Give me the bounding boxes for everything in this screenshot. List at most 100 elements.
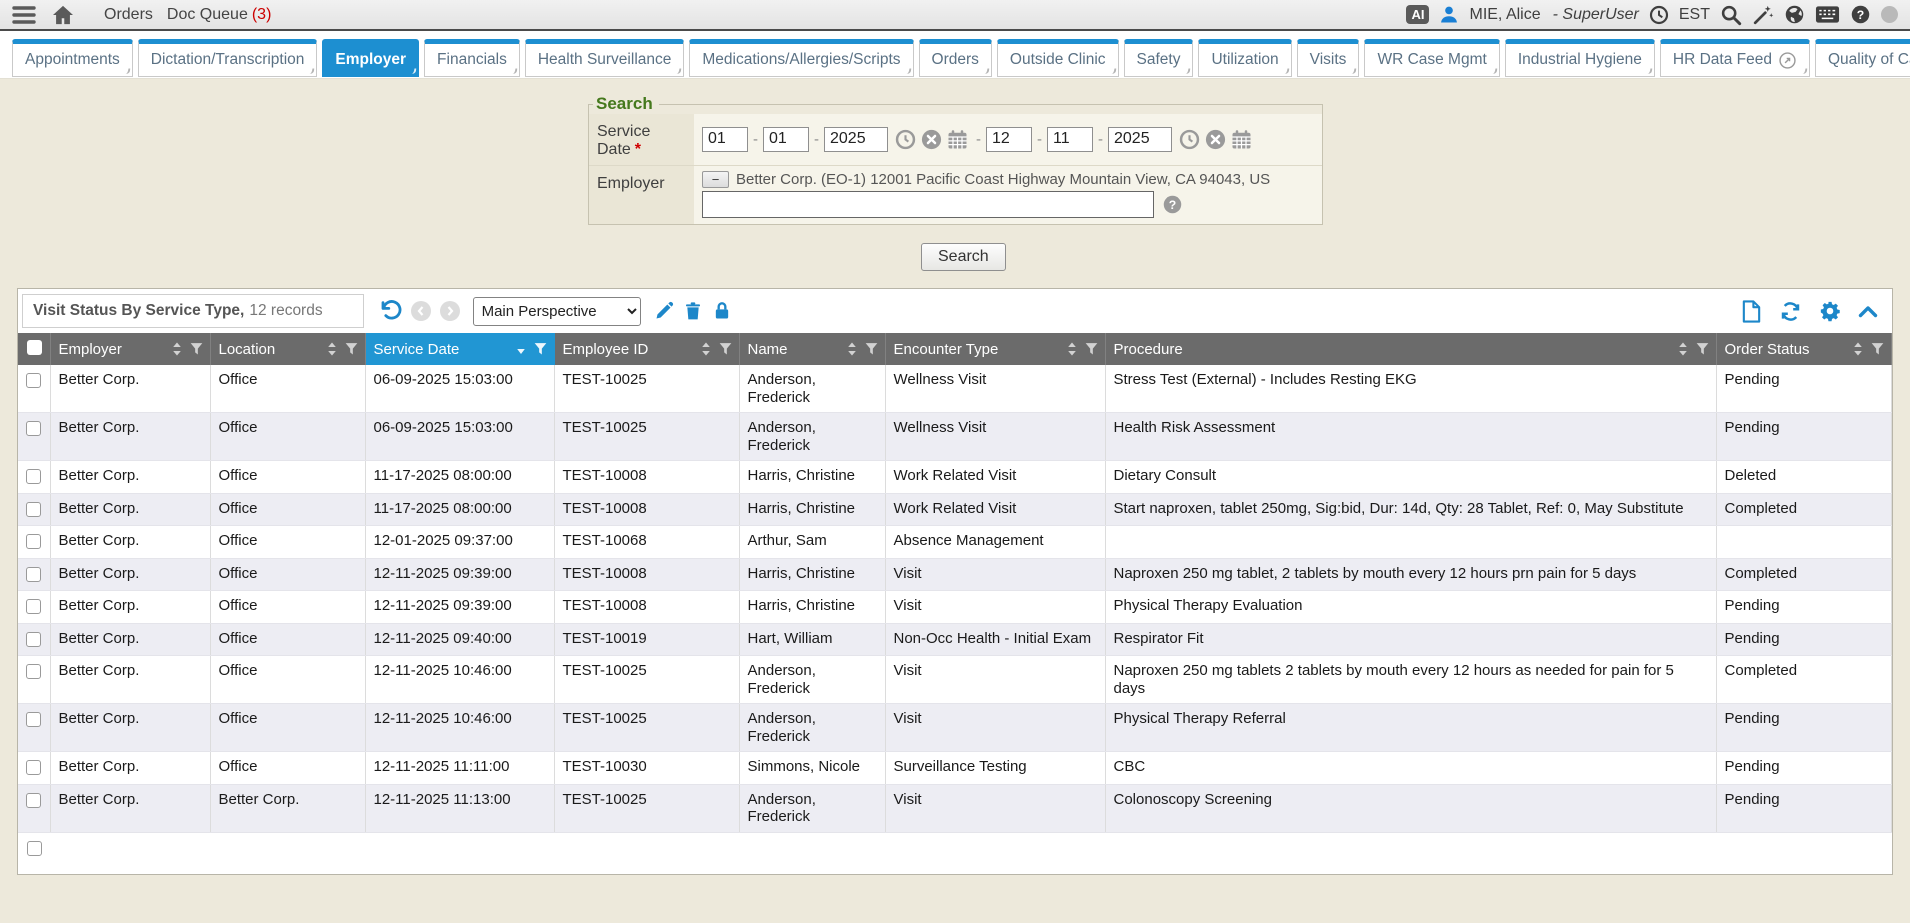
table-row[interactable]: Better Corp. Better Corp. 12-11-2025 11:… <box>18 784 1892 832</box>
export-document-icon[interactable] <box>1741 300 1762 323</box>
row-checkbox[interactable] <box>26 534 41 549</box>
remove-employer-button[interactable]: − <box>702 171 729 188</box>
tab-health-surveillance[interactable]: Health Surveillance <box>525 39 685 77</box>
employer-search-input[interactable] <box>702 191 1154 218</box>
tab-hr-data-feed[interactable]: HR Data Feed <box>1660 39 1810 77</box>
breadcrumb-orders[interactable]: Orders <box>104 6 153 24</box>
row-checkbox[interactable] <box>26 599 41 614</box>
sort-desc-icon[interactable] <box>515 341 527 357</box>
settings-gear-icon[interactable] <box>1819 300 1841 322</box>
table-row[interactable]: Better Corp. Office 12-11-2025 10:46:00 … <box>18 656 1892 704</box>
row-checkbox[interactable] <box>26 373 41 388</box>
row-checkbox[interactable] <box>26 567 41 582</box>
col-procedure[interactable]: Procedure <box>1105 333 1716 365</box>
filter-icon[interactable] <box>718 342 733 356</box>
date-to-year-input[interactable] <box>1108 127 1172 152</box>
row-checkbox[interactable] <box>26 502 41 517</box>
collapse-chevron-icon[interactable] <box>1858 304 1878 318</box>
table-row[interactable]: Better Corp. Office 12-11-2025 09:40:00 … <box>18 623 1892 656</box>
row-checkbox[interactable] <box>26 469 41 484</box>
clock-icon[interactable] <box>1649 5 1669 25</box>
lock-icon[interactable] <box>712 301 732 321</box>
search-button[interactable]: Search <box>921 243 1006 271</box>
filter-icon[interactable] <box>189 342 204 356</box>
col-encounter-type[interactable]: Encounter Type <box>885 333 1105 365</box>
user-name[interactable]: MIE, Alice <box>1469 6 1540 24</box>
tab-industrial-hygiene[interactable]: Industrial Hygiene <box>1505 39 1655 77</box>
prev-perspective-icon[interactable] <box>411 301 431 321</box>
row-checkbox[interactable] <box>26 632 41 647</box>
col-location[interactable]: Location <box>210 333 365 365</box>
table-row[interactable]: Better Corp. Office 12-01-2025 09:37:00 … <box>18 526 1892 559</box>
calendar-icon[interactable] <box>1230 128 1253 151</box>
table-row[interactable]: Better Corp. Office 06-09-2025 15:03:00 … <box>18 365 1892 413</box>
calendar-icon[interactable] <box>946 128 969 151</box>
row-checkbox[interactable] <box>26 793 41 808</box>
date-to-month-input[interactable] <box>986 127 1032 152</box>
sort-icon[interactable] <box>846 341 858 357</box>
tab-utilization[interactable]: Utilization <box>1198 39 1291 77</box>
edit-perspective-icon[interactable] <box>654 301 674 321</box>
sort-icon[interactable] <box>1852 341 1864 357</box>
table-row[interactable]: Better Corp. Office 12-11-2025 11:11:00 … <box>18 752 1892 785</box>
footer-select-checkbox[interactable] <box>27 841 42 856</box>
select-all-checkbox[interactable] <box>27 340 42 355</box>
refresh-icon[interactable] <box>1779 300 1802 323</box>
col-order-status[interactable]: Order Status <box>1716 333 1892 365</box>
tab-visits[interactable]: Visits <box>1297 39 1360 77</box>
select-all-header[interactable] <box>18 333 50 365</box>
tab-medications-allergies-scripts[interactable]: Medications/Allergies/Scripts <box>689 39 913 77</box>
clear-date-icon[interactable] <box>1204 128 1227 151</box>
tab-financials[interactable]: Financials <box>424 39 520 77</box>
row-checkbox[interactable] <box>26 760 41 775</box>
filter-icon[interactable] <box>1870 342 1885 356</box>
tab-employer[interactable]: Employer <box>322 39 419 77</box>
tab-orders[interactable]: Orders <box>919 39 992 77</box>
tab-quality-of-care[interactable]: Quality of Care <box>1815 39 1910 77</box>
table-row[interactable]: Better Corp. Office 12-11-2025 09:39:00 … <box>18 558 1892 591</box>
sort-icon[interactable] <box>1066 341 1078 357</box>
row-checkbox[interactable] <box>26 421 41 436</box>
help-icon[interactable]: ? <box>1850 4 1871 25</box>
filter-icon[interactable] <box>344 342 359 356</box>
hamburger-menu-icon[interactable] <box>12 5 36 25</box>
col-employer[interactable]: Employer <box>50 333 210 365</box>
date-from-day-input[interactable] <box>763 127 809 152</box>
clear-date-icon[interactable] <box>920 128 943 151</box>
sort-icon[interactable] <box>326 341 338 357</box>
table-row[interactable]: Better Corp. Office 11-17-2025 08:00:00 … <box>18 461 1892 494</box>
ai-badge[interactable]: AI <box>1406 5 1429 24</box>
time-picker-icon[interactable] <box>1178 128 1201 151</box>
tab-outside-clinic[interactable]: Outside Clinic <box>997 39 1119 77</box>
table-row[interactable]: Better Corp. Office 11-17-2025 08:00:00 … <box>18 493 1892 526</box>
col-service-date[interactable]: Service Date <box>365 333 554 365</box>
perspective-select[interactable]: Main Perspective <box>473 297 641 326</box>
col-name[interactable]: Name <box>739 333 885 365</box>
sort-icon[interactable] <box>700 341 712 357</box>
home-icon[interactable] <box>52 5 74 25</box>
time-picker-icon[interactable] <box>894 128 917 151</box>
delete-perspective-icon[interactable] <box>683 301 703 321</box>
row-checkbox[interactable] <box>26 664 41 679</box>
date-from-month-input[interactable] <box>702 127 748 152</box>
tab-appointments[interactable]: Appointments <box>12 39 133 77</box>
col-employee-id[interactable]: Employee ID <box>554 333 739 365</box>
tab-safety[interactable]: Safety <box>1124 39 1194 77</box>
table-row[interactable]: Better Corp. Office 12-11-2025 09:39:00 … <box>18 591 1892 624</box>
breadcrumb-doc-queue[interactable]: Doc Queue(3) <box>167 6 272 24</box>
undo-icon[interactable] <box>378 299 402 323</box>
row-checkbox[interactable] <box>26 712 41 727</box>
date-to-day-input[interactable] <box>1047 127 1093 152</box>
magic-wand-icon[interactable] <box>1752 4 1774 26</box>
table-row[interactable]: Better Corp. Office 06-09-2025 15:03:00 … <box>18 413 1892 461</box>
globe-icon[interactable] <box>1784 4 1805 25</box>
next-perspective-icon[interactable] <box>440 301 460 321</box>
sort-icon[interactable] <box>171 341 183 357</box>
tab-wr-case-mgmt[interactable]: WR Case Mgmt <box>1364 39 1499 77</box>
field-help-icon[interactable]: ? <box>1162 194 1183 215</box>
tab-dictation-transcription[interactable]: Dictation/Transcription <box>138 39 318 77</box>
date-from-year-input[interactable] <box>824 127 888 152</box>
filter-icon[interactable] <box>1695 342 1710 356</box>
sort-icon[interactable] <box>1677 341 1689 357</box>
filter-icon[interactable] <box>1084 342 1099 356</box>
